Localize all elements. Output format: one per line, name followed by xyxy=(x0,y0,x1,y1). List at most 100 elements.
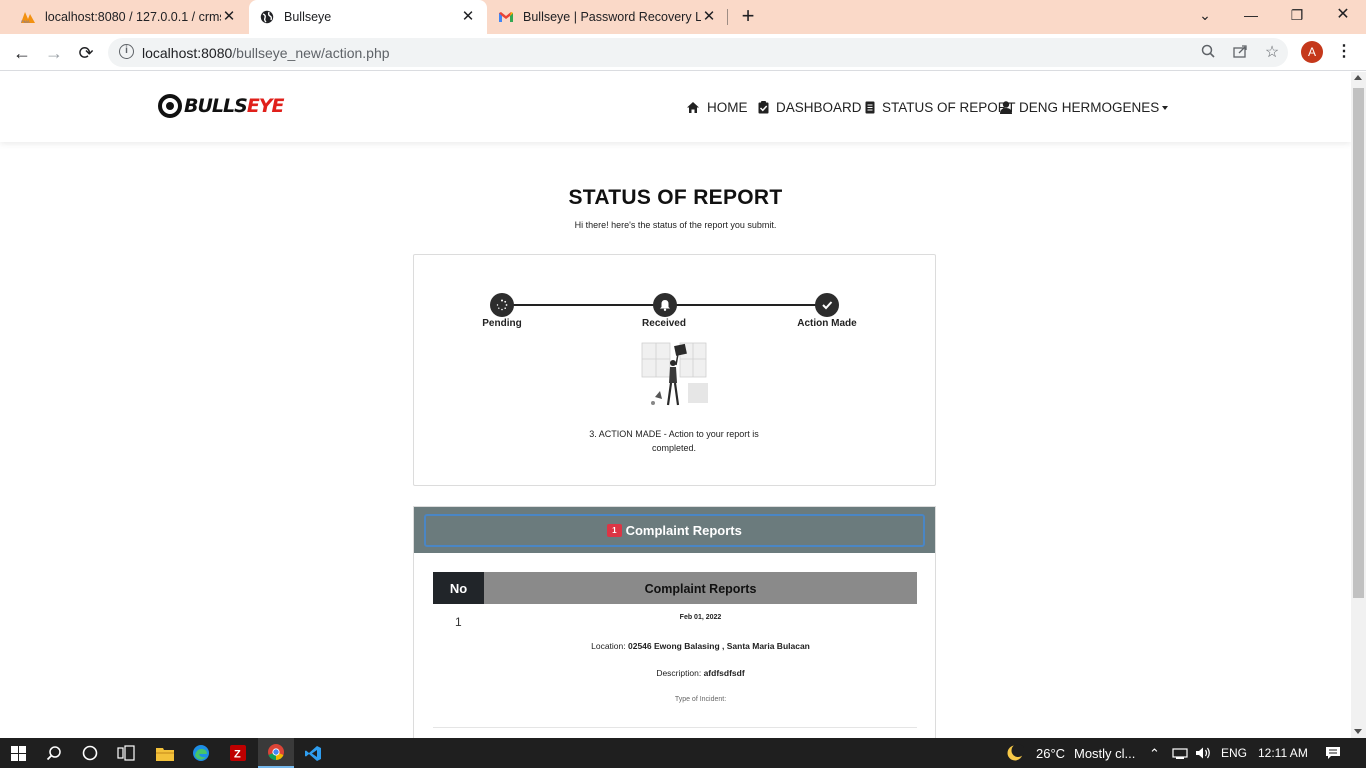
volume-icon[interactable] xyxy=(1195,746,1213,763)
gmail-icon xyxy=(498,9,514,25)
step-received xyxy=(653,293,677,317)
reports-header-label: Complaint Reports xyxy=(625,523,742,538)
task-view-icon[interactable] xyxy=(108,738,144,768)
show-hidden-icons-chevron-icon[interactable]: ⌃ xyxy=(1149,746,1160,762)
nav-user-dropdown[interactable]: DENG HERMOGENES xyxy=(1000,98,1169,116)
tab-separator xyxy=(727,9,728,25)
minimize-button[interactable]: — xyxy=(1238,4,1264,26)
step-pending xyxy=(490,293,514,317)
close-window-button[interactable]: ✕ xyxy=(1330,4,1356,26)
search-icon[interactable] xyxy=(36,738,72,768)
site-info-icon[interactable]: i xyxy=(119,44,134,59)
report-description: Description: afdfsdfsdf xyxy=(656,668,745,678)
phpmyadmin-icon: PMA xyxy=(20,9,36,25)
caret-down-icon xyxy=(1162,105,1169,110)
close-tab-icon[interactable]: ✕ xyxy=(700,8,718,26)
reports-table: No Complaint Reports 1 Feb 01, 2022 Loca… xyxy=(433,572,917,728)
report-date: Feb 01, 2022 xyxy=(679,614,722,621)
svg-text:PMA: PMA xyxy=(21,19,30,24)
row-number: 1 xyxy=(455,615,462,629)
document-icon xyxy=(865,100,875,114)
site-navbar: BULLSEYE HOME DASHBOARD STATUS OF REPORT… xyxy=(0,72,1351,142)
page-viewport: BULLSEYE HOME DASHBOARD STATUS OF REPORT… xyxy=(0,72,1366,738)
step-label-action-made: Action Made xyxy=(797,318,857,329)
reload-button[interactable]: ⟳ xyxy=(74,41,98,65)
tab-title: Bullseye | Password Recovery Lin xyxy=(523,10,701,24)
share-icon[interactable] xyxy=(1230,43,1250,63)
home-icon xyxy=(686,100,700,114)
action-illustration xyxy=(641,342,708,406)
page-title: STATUS OF REPORT xyxy=(568,186,783,209)
chrome-icon[interactable] xyxy=(258,738,294,768)
svg-text:Z: Z xyxy=(234,749,241,761)
step-label-received: Received xyxy=(642,318,686,329)
bookmark-star-icon[interactable]: ☆ xyxy=(1262,43,1282,63)
network-icon[interactable] xyxy=(1172,746,1188,762)
table-header: No Complaint Reports xyxy=(433,572,917,604)
zoom-icon[interactable] xyxy=(1198,43,1218,63)
complaint-reports-card: 1 Complaint Reports No Complaint Reports… xyxy=(413,506,936,738)
step-label-pending: Pending xyxy=(482,318,522,329)
temperature[interactable]: 26°C xyxy=(1036,746,1065,761)
clock-time[interactable]: 12:11 AM xyxy=(1258,746,1308,760)
tab-phpmyadmin[interactable]: PMA localhost:8080 / 127.0.0.1 / crms_ ✕ xyxy=(0,0,248,34)
bell-icon xyxy=(660,300,670,311)
url-text: localhost:8080/bullseye_new/action.php xyxy=(142,45,390,61)
back-button[interactable]: ← xyxy=(10,41,34,65)
browser-toolbar: ← → ⟳ i localhost:8080/bullseye_new/acti… xyxy=(0,34,1366,71)
clipboard-check-icon xyxy=(758,100,769,114)
report-incident-type: Type of Incident: xyxy=(674,696,727,703)
page-scrollbar[interactable] xyxy=(1351,72,1366,738)
tab-title: localhost:8080 / 127.0.0.1 / crms_ xyxy=(45,10,221,24)
nav-dashboard[interactable]: DASHBOARD xyxy=(758,98,862,116)
nav-home-label: HOME xyxy=(707,99,748,115)
nav-dashboard-label: DASHBOARD xyxy=(776,99,862,115)
nav-status-label: STATUS OF REPORT xyxy=(882,99,1016,115)
tab-gmail[interactable]: Bullseye | Password Recovery Lin ✕ xyxy=(488,0,728,34)
close-tab-icon[interactable]: ✕ xyxy=(459,8,477,26)
column-no: No xyxy=(433,572,484,604)
target-logo-icon xyxy=(158,94,182,118)
logo-text: BULLSEYE xyxy=(184,95,285,117)
status-message: 3. ACTION MADE - Action to your report i… xyxy=(589,429,759,453)
nav-user-label: DENG HERMOGENES xyxy=(1019,99,1160,115)
reports-header-button[interactable]: 1 Complaint Reports xyxy=(424,514,925,547)
windows-taskbar: Z 26°C Mostly cl... ⌃ ENG 12:11 AM xyxy=(0,738,1366,768)
address-bar[interactable]: i localhost:8080/bullseye_new/action.php… xyxy=(108,38,1288,67)
scroll-up-arrow-icon[interactable] xyxy=(1354,75,1362,80)
vscode-icon[interactable] xyxy=(295,738,331,768)
cortana-icon[interactable] xyxy=(72,738,108,768)
weather-text[interactable]: Mostly cl... xyxy=(1074,746,1135,761)
file-explorer-icon[interactable] xyxy=(147,738,183,768)
nav-status-of-report[interactable]: STATUS OF REPORT xyxy=(865,98,1016,116)
notification-center-icon[interactable] xyxy=(1316,738,1350,768)
forward-button[interactable]: → xyxy=(42,41,66,65)
user-icon xyxy=(1000,100,1012,114)
windows-start-icon[interactable] xyxy=(0,738,36,768)
new-tab-button[interactable]: + xyxy=(737,5,759,29)
browser-menu-icon[interactable]: ⋮ xyxy=(1336,41,1352,63)
language-indicator[interactable]: ENG xyxy=(1221,746,1247,760)
browser-tab-strip: PMA localhost:8080 / 127.0.0.1 / crms_ ✕… xyxy=(0,0,1366,34)
weather-moon-icon[interactable] xyxy=(1000,738,1030,768)
filezilla-icon[interactable]: Z xyxy=(220,738,256,768)
tab-bullseye[interactable]: Bullseye ✕ xyxy=(249,0,487,34)
bullseye-logo[interactable]: BULLSEYE xyxy=(158,94,285,118)
globe-icon xyxy=(259,9,275,25)
reports-header: 1 Complaint Reports xyxy=(414,507,935,553)
spinner-icon xyxy=(496,299,508,311)
column-complaint-reports: Complaint Reports xyxy=(484,572,917,604)
page-subtitle: Hi there! here's the status of the repor… xyxy=(574,220,777,230)
close-tab-icon[interactable]: ✕ xyxy=(220,8,238,26)
tab-title: Bullseye xyxy=(284,10,332,24)
edge-icon[interactable] xyxy=(183,738,219,768)
profile-avatar[interactable]: A xyxy=(1301,41,1323,63)
scroll-down-arrow-icon[interactable] xyxy=(1354,729,1362,734)
step-action-made xyxy=(815,293,839,317)
reports-count-badge: 1 xyxy=(607,524,622,537)
table-row: 1 Feb 01, 2022 Location: 02546 Ewong Bal… xyxy=(433,604,917,728)
tab-search-chevron-icon[interactable]: ⌄ xyxy=(1192,4,1218,26)
restore-button[interactable]: ❐ xyxy=(1284,4,1310,26)
nav-home[interactable]: HOME xyxy=(686,98,748,116)
scrollbar-thumb[interactable] xyxy=(1353,88,1364,598)
